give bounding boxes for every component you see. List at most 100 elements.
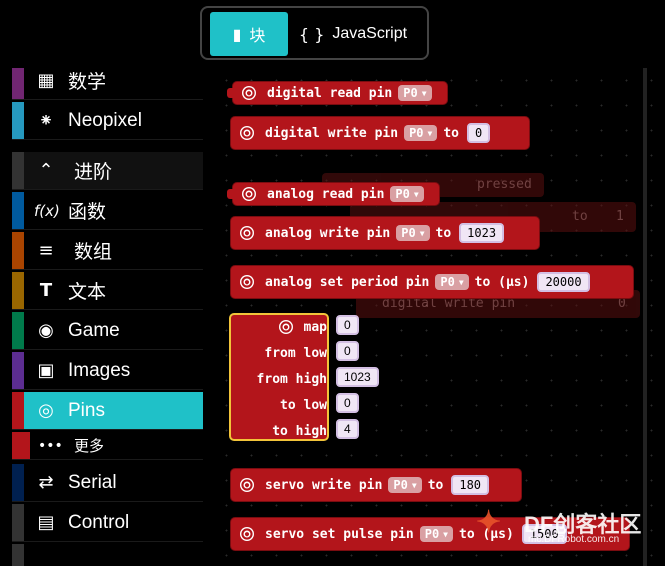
block-output-notch [227,189,233,199]
toolbox-item-neopixel[interactable]: ⁕ Neopixel [12,102,203,140]
blocks-mode-button[interactable]: ▮ 块 [210,12,288,56]
toolbox-item-partial[interactable] [12,544,203,566]
toolbox-item-pins-more[interactable]: ••• 更多 [12,432,203,460]
ellipsis-icon: ••• [38,437,63,454]
editor-mode-toggle: ▮ 块 { } JavaScript [200,6,429,60]
value-input[interactable]: 0 [467,123,491,143]
pin-dropdown-value: P0 [395,187,410,201]
dropdown-caret-icon: ▼ [427,128,433,138]
block-label: servo set pulse pin [265,526,414,542]
map-value-input[interactable]: 0 [336,315,359,335]
block-servo-write[interactable]: ● servo write pin P0 ▼ to 180 [230,468,522,502]
map-from-low-input[interactable]: 0 [336,341,359,361]
toolbox-item-text[interactable]: T 文本 [12,272,203,310]
map-row: to high [272,421,327,441]
toolbox-item-label: 函数 [68,202,107,223]
block-analog-write[interactable]: ● analog write pin P0 ▼ to 1023 [230,216,540,250]
toolbox-item-math[interactable]: ▦ 数学 [12,68,203,100]
pin-dropdown-value: P0 [403,86,418,100]
background-block-value: 1 [616,209,624,224]
value-input[interactable]: 20000 [537,272,590,292]
pin-dropdown[interactable]: P0 ▼ [388,477,422,493]
control-icon: ▤ [37,512,55,533]
pin-dropdown[interactable]: P0 ▼ [398,85,432,101]
pin-dropdown[interactable]: P0 ▼ [396,225,430,241]
block-label: servo write pin [265,477,383,493]
map-row-label: to high [272,423,327,439]
toolbox-item-label: 更多 [74,438,105,455]
toolbox-item-label: Images [68,359,131,381]
toolbox-item-label: Neopixel [68,109,142,131]
pin-dropdown[interactable]: P0 ▼ [390,186,424,202]
watermark-url: mc.DFRobot.com.cn [528,534,620,545]
map-row: to low [280,395,327,415]
pin-circle-icon: ● [241,479,253,491]
category-color-bar [12,464,24,501]
toolbox-item-functions[interactable]: f(x) 函数 [12,192,203,230]
pin-circle-icon: ● [243,87,255,99]
block-digital-write[interactable]: ● digital write pin P0 ▼ to 0 [230,116,530,150]
toolbox-item-control[interactable]: ▤ Control [12,504,203,542]
background-block-label: pressed [477,177,532,192]
block-analog-set-period[interactable]: ● analog set period pin P0 ▼ to (µs) 2000… [230,265,634,299]
block-map[interactable]: ● map from low from high to low to high [229,313,329,441]
toolbox-item-label: 进阶 [74,162,113,183]
block-analog-read[interactable]: ● analog read pin P0 ▼ [227,182,440,206]
calculator-icon: ▦ [37,70,55,91]
toolbox-item-label: Control [68,511,130,533]
javascript-mode-button[interactable]: { } JavaScript [298,12,408,56]
block-label: digital read pin [267,85,393,101]
pin-dropdown[interactable]: P0 ▼ [435,274,469,290]
category-color-bar [12,192,24,229]
block-label: digital write pin [265,125,399,141]
dropdown-caret-icon: ▼ [458,277,464,287]
pin-dropdown-value: P0 [409,126,424,140]
category-color-bar [12,432,30,459]
toolbox-item-game[interactable]: ◉ Game [12,312,203,350]
curly-braces-icon: { } [298,24,325,44]
pin-circle-icon: ● [241,528,253,540]
block-output-notch [227,88,233,98]
gamepad-icon: ◉ [38,320,54,341]
block-digital-read[interactable]: ● digital read pin P0 ▼ [227,81,448,105]
background-block-label: to [572,209,588,224]
pin-dropdown[interactable]: P0 ▼ [419,526,453,542]
dropdown-caret-icon: ▼ [419,228,425,238]
category-color-bar [12,312,24,349]
toolbox-item-advanced[interactable]: ⌃ 进阶 [12,152,203,190]
flyout-scrollbar[interactable] [643,68,647,566]
category-color-bar [12,102,24,139]
map-row-label: to low [280,397,327,413]
map-row: ● map [278,317,327,337]
toolbox-item-pins[interactable]: ◎ Pins [12,392,203,430]
map-row: from low [264,343,327,363]
javascript-mode-label: JavaScript [332,25,408,42]
toolbox-item-serial[interactable]: ⇄ Serial [12,464,203,502]
category-color-bar [12,392,24,429]
map-row-label: from low [264,345,327,361]
block-label: to [443,125,459,141]
pin-dropdown[interactable]: P0 ▼ [404,125,438,141]
map-row-label: map [303,319,327,335]
dropdown-caret-icon: ▼ [413,189,419,199]
block-label: to [427,477,444,493]
toolbox-item-label: 数组 [74,242,113,263]
map-row-label: from high [256,371,327,387]
toolbox-item-arrays[interactable]: ≡ 数组 [12,232,203,270]
pin-circle-icon: ◎ [38,400,54,421]
toolbox-item-label: 文本 [68,282,107,303]
value-input[interactable]: 1023 [459,223,505,243]
category-color-bar [12,68,24,99]
toolbox-item-label: 数学 [68,72,107,93]
map-to-low-input[interactable]: 0 [336,393,359,413]
category-color-bar [12,272,24,309]
category-color-bar [12,152,24,189]
editor-header: ▮ 块 { } JavaScript [0,0,665,68]
category-color-bar [12,352,24,389]
map-to-high-input[interactable]: 4 [336,419,359,439]
pin-dropdown-value: P0 [440,275,455,289]
map-from-high-input[interactable]: 1023 [336,367,379,387]
pin-circle-icon: ● [243,188,255,200]
value-input[interactable]: 180 [451,475,490,495]
toolbox-item-images[interactable]: ▣ Images [12,352,203,390]
